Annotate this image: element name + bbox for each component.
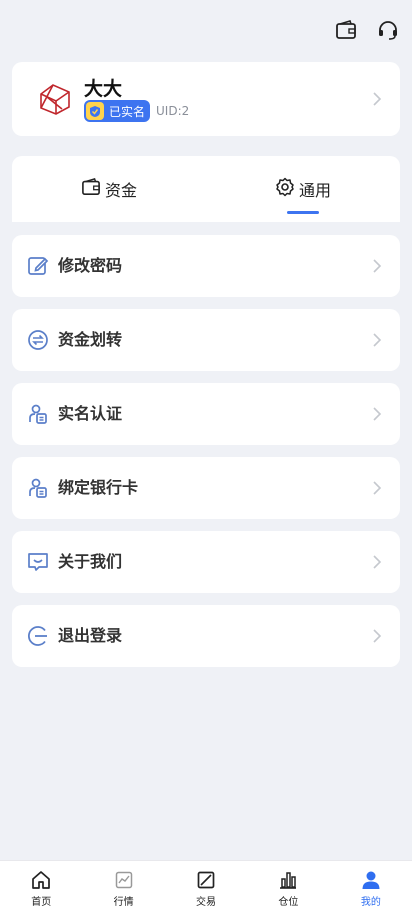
wallet-icon[interactable]: [334, 18, 358, 42]
menu-item-logout[interactable]: 退出登录: [12, 605, 400, 667]
nav-label: 交易: [196, 896, 217, 908]
menu-item-about-us[interactable]: 关于我们: [12, 531, 400, 593]
message-icon: [28, 553, 48, 571]
menu-item-bind-bank-card[interactable]: 绑定银行卡: [12, 457, 400, 519]
nav-trade[interactable]: 交易: [165, 861, 247, 915]
transfer-icon: [28, 330, 48, 350]
bottom-nav: 首页 行情 交易 仓位 我的: [0, 860, 412, 915]
nav-position[interactable]: 仓位: [247, 861, 329, 915]
menu-item-real-name-verification[interactable]: 实名认证: [12, 383, 400, 445]
nav-label: 行情: [113, 896, 134, 908]
nav-label: 仓位: [278, 896, 299, 908]
verified-label: 已实名: [109, 104, 146, 119]
logout-icon: [27, 626, 47, 646]
edit-icon: [28, 257, 49, 275]
chevron-right-icon: [373, 259, 382, 273]
nav-mine[interactable]: 我的: [330, 861, 412, 915]
verification-row: 已实名 UID:2: [84, 100, 189, 122]
market-icon: [113, 869, 135, 891]
user-icon: [360, 869, 382, 891]
menu-item-fund-transfer[interactable]: 资金划转: [12, 309, 400, 371]
profile-card[interactable]: 大大 已实名 UID:2: [12, 62, 400, 136]
bank-card-icon: [29, 478, 47, 498]
trade-icon: [195, 869, 217, 891]
shield-icon: [86, 102, 104, 120]
menu-label: 资金划转: [58, 330, 123, 349]
chevron-right-icon: [373, 481, 382, 495]
active-tab-indicator: [287, 211, 319, 214]
tab-bar: 资金 通用: [12, 156, 400, 222]
tab-general[interactable]: 通用: [206, 156, 400, 222]
chevron-right-icon: [373, 629, 382, 643]
position-icon: [277, 869, 299, 891]
tab-label: 资金: [104, 181, 137, 200]
home-icon: [30, 869, 52, 891]
id-card-icon: [29, 404, 47, 424]
verified-badge: 已实名: [84, 100, 151, 122]
menu-label: 修改密码: [58, 256, 123, 275]
chevron-right-icon: [373, 555, 382, 569]
top-bar: [334, 18, 400, 42]
user-id: UID:2: [156, 104, 190, 118]
tab-label: 通用: [298, 181, 331, 200]
menu-label: 退出登录: [58, 626, 123, 645]
menu-label: 关于我们: [58, 552, 123, 571]
nav-label: 我的: [360, 896, 381, 908]
nav-label: 首页: [31, 896, 52, 908]
chevron-right-icon: [373, 407, 382, 421]
headset-icon[interactable]: [376, 18, 400, 42]
nav-home[interactable]: 首页: [0, 861, 82, 915]
menu-label: 绑定银行卡: [58, 478, 139, 497]
chevron-right-icon: [373, 333, 382, 347]
user-name: 大大: [84, 78, 123, 100]
nav-market[interactable]: 行情: [82, 861, 164, 915]
chevron-right-icon: [373, 92, 382, 106]
menu-label: 实名认证: [58, 404, 123, 423]
tab-funds[interactable]: 资金: [12, 156, 206, 222]
gear-icon: [275, 177, 295, 201]
avatar: [38, 82, 72, 116]
wallet-icon: [81, 178, 101, 200]
menu-item-change-password[interactable]: 修改密码: [12, 235, 400, 297]
